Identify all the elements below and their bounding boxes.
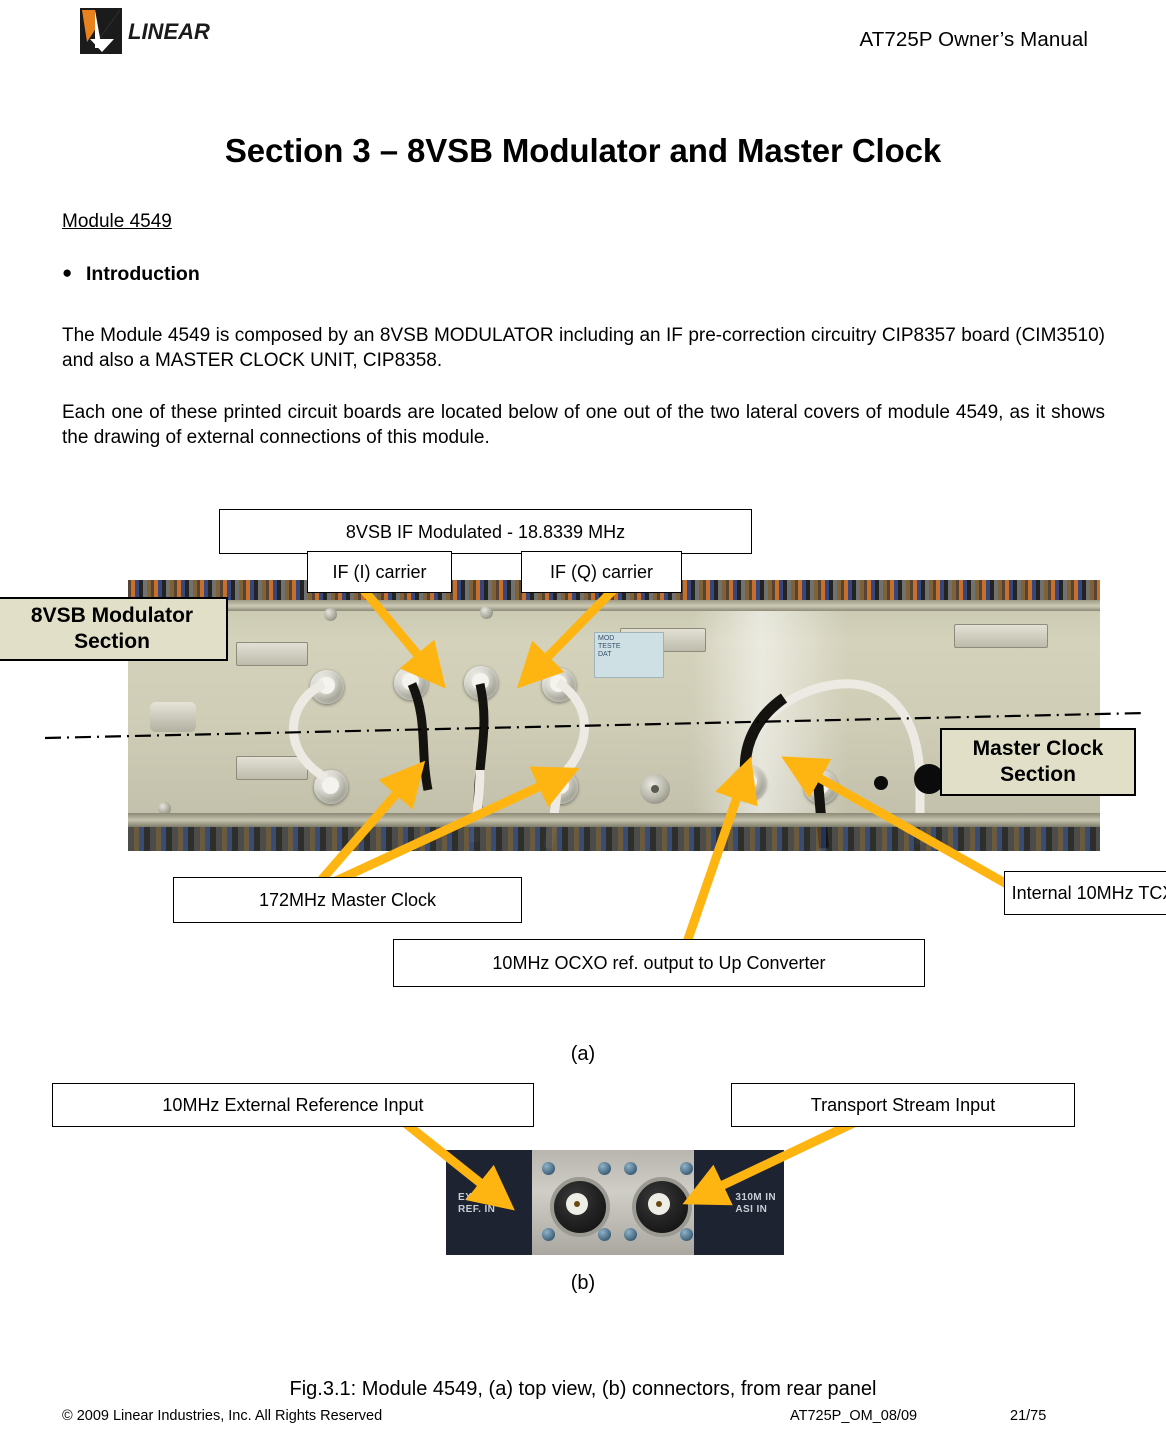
rear-screw-2 [598, 1162, 611, 1175]
rear-screw-5 [624, 1162, 637, 1175]
footer-doc-id: AT725P_OM_08/09 [790, 1408, 918, 1424]
introduction-heading: Introduction [86, 263, 200, 285]
section-box-master-clock-line-1: Master Clock [972, 737, 1104, 760]
bullet-icon: ● [62, 263, 73, 282]
panel-label-asi-line-1: 310M IN [735, 1192, 776, 1203]
rear-screw-4 [598, 1228, 611, 1241]
callout-8vsb-if-modulated[interactable]: 8VSB IF Modulated - 18.8339 MHz [219, 509, 752, 554]
photo-test-sticker: MOD TESTE DAT [594, 632, 664, 678]
section-title: Section 3 – 8VSB Modulator and Master Cl… [224, 132, 942, 169]
sub-caption-a: (a) [570, 1043, 596, 1065]
document-page: LINEAR AT725P Owner’s Manual Section 3 –… [0, 0, 1166, 1430]
section-box-modulator-line-2: Section [74, 630, 150, 653]
linear-logo-mark: LINEAR [80, 8, 210, 54]
figure-b: EXT. REF. IN 310M IN ASI IN 10MHz Extern… [0, 1075, 1166, 1265]
photo-hole-small [874, 776, 888, 790]
panel-label-asi-line-2: ASI IN [735, 1204, 768, 1215]
module-label: Module 4549 [62, 211, 172, 232]
figure-caption: Fig.3.1: Module 4549, (a) top view, (b) … [289, 1378, 877, 1400]
panel-label-ext-ref: EXT. REF. IN [458, 1192, 495, 1216]
figure-a: MOD TESTE DAT 8VSB IF Modulated - 18.833… [0, 495, 1166, 1040]
rear-panel-photo: EXT. REF. IN 310M IN ASI IN [446, 1150, 784, 1255]
paragraph-2: Each one of these printed circuit boards… [62, 402, 1105, 448]
header-title: AT725P Owner’s Manual [859, 28, 1088, 51]
sticker-line-2: TESTE [598, 643, 621, 650]
callout-10mhz-external-reference[interactable]: 10MHz External Reference Input [52, 1083, 534, 1127]
rear-screw-3 [542, 1228, 555, 1241]
photo-coax-cables [288, 678, 925, 849]
sticker-line-1: MOD [598, 635, 615, 642]
photo-screw-2 [324, 608, 337, 621]
photo-bottom-wire-bundle [128, 827, 1100, 851]
sub-caption-b: (b) [570, 1272, 596, 1294]
rear-screw-6 [680, 1162, 693, 1175]
callout-10mhz-ocxo-output[interactable]: 10MHz OCXO ref. output to Up Converter [393, 939, 925, 987]
callout-172mhz-master-clock[interactable]: 172MHz Master Clock [173, 877, 522, 923]
section-box-8vsb-modulator[interactable]: 8VSB Modulator Section [0, 597, 228, 661]
panel-label-ext-ref-line-2: REF. IN [458, 1204, 496, 1215]
section-box-master-clock-line-2: Section [1000, 763, 1076, 786]
logo-wordmark: LINEAR [128, 19, 210, 44]
rear-screw-7 [624, 1228, 637, 1241]
callout-if-q-carrier[interactable]: IF (Q) carrier [521, 551, 682, 593]
sticker-line-3: DAT [598, 651, 612, 658]
section-box-modulator-line-1: 8VSB Modulator [30, 604, 194, 627]
paragraph-1: The Module 4549 is composed by an 8VSB M… [62, 325, 1105, 371]
panel-label-asi-in: 310M IN ASI IN [735, 1192, 776, 1216]
photo-bottom-rail [128, 813, 1100, 827]
callout-if-i-carrier[interactable]: IF (I) carrier [307, 551, 452, 593]
page-footer: © 2009 Linear Industries, Inc. All Right… [0, 1408, 1166, 1430]
footer-page-number: 21/75 [1010, 1408, 1047, 1424]
section-box-master-clock[interactable]: Master Clock Section [940, 728, 1136, 796]
rear-screw-1 [542, 1162, 555, 1175]
callout-transport-stream-input[interactable]: Transport Stream Input [731, 1083, 1075, 1127]
footer-copyright: © 2009 Linear Industries, Inc. All Right… [62, 1408, 383, 1424]
rear-screw-8 [680, 1228, 693, 1241]
callout-internal-10mhz-tcxo[interactable]: Internal 10MHz TCXO ref. input [1004, 871, 1166, 915]
linear-logo: LINEAR [62, 8, 212, 54]
introduction-bullet: ● Introduction [62, 263, 462, 286]
module-top-view-photo: MOD TESTE DAT [128, 580, 1100, 851]
photo-screw-3 [480, 606, 493, 619]
panel-label-ext-ref-line-1: EXT. [458, 1192, 481, 1203]
